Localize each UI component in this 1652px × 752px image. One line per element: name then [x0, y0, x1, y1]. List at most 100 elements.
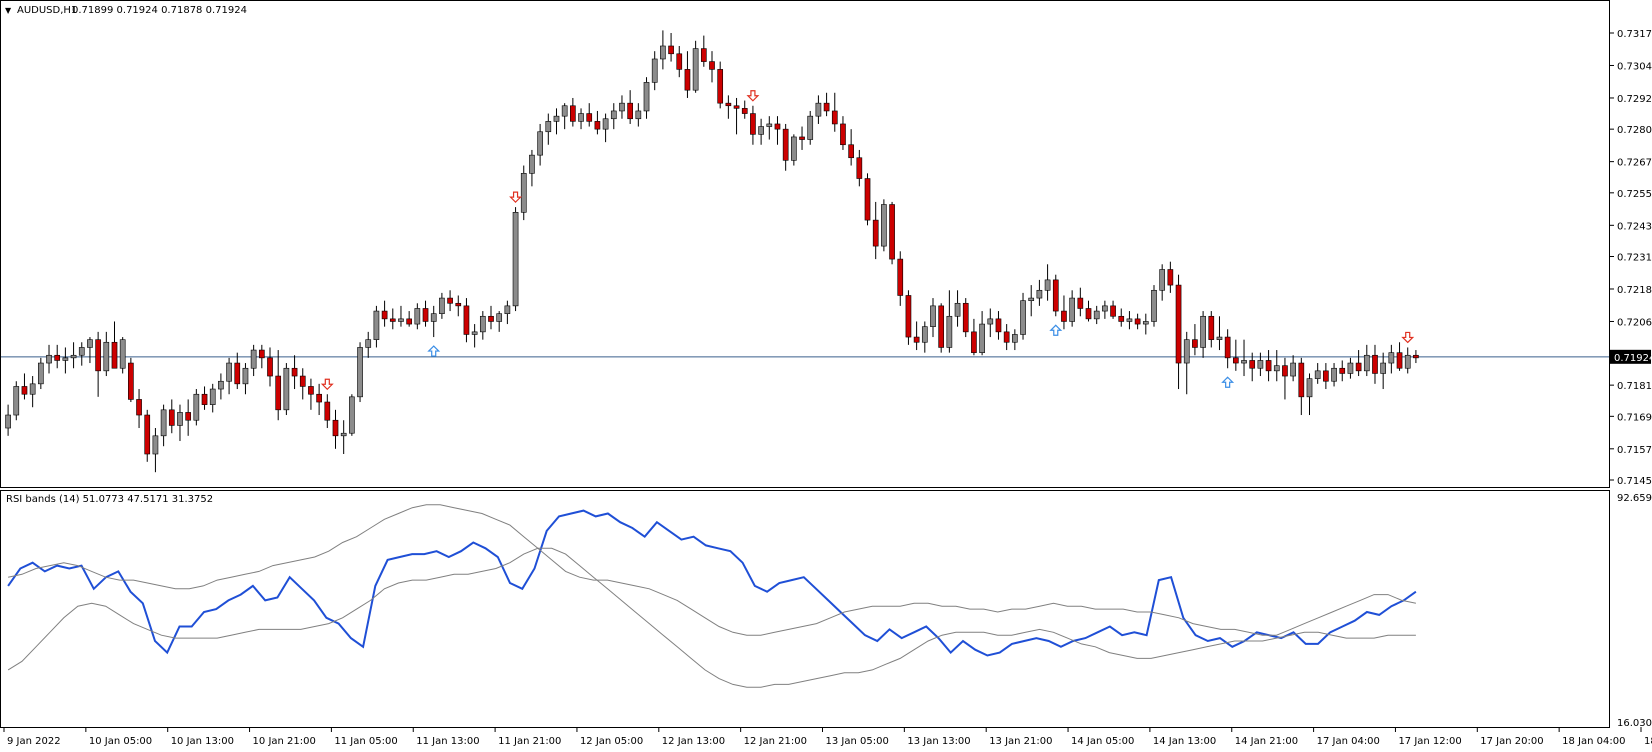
candle-body	[897, 258, 904, 296]
time-axis-label: 13 Jan 05:00	[825, 736, 888, 747]
candle-body	[111, 341, 118, 369]
candle-body	[717, 69, 724, 104]
candle-body	[1347, 362, 1354, 374]
candle-body	[479, 315, 486, 333]
candle-body	[504, 305, 511, 314]
candle-body	[1012, 334, 1018, 343]
price-axis-label: 0.71695	[1617, 412, 1652, 423]
candle-body	[766, 123, 773, 127]
candle-body	[1290, 362, 1296, 377]
price-axis-label: 0.72185	[1617, 285, 1652, 296]
candle-body	[439, 297, 445, 314]
candle-body	[1314, 370, 1321, 379]
candle-body	[815, 102, 822, 117]
candle-body	[840, 123, 846, 146]
candle-body	[218, 380, 224, 390]
candle-body	[1102, 305, 1108, 312]
candle-body	[1077, 297, 1084, 309]
candle-body	[168, 409, 175, 426]
candle-body	[1363, 354, 1370, 372]
candle-body	[1372, 354, 1378, 374]
candle-body	[1224, 336, 1231, 359]
price-axis-label: 0.71815	[1617, 381, 1652, 392]
candle-body	[1241, 360, 1247, 364]
candle-body	[447, 297, 453, 304]
candle-body	[1044, 279, 1051, 291]
candle-body	[553, 115, 560, 122]
candle-body	[1355, 362, 1362, 372]
candle-body	[619, 102, 625, 112]
candle-body	[1192, 339, 1198, 348]
candle-body	[70, 354, 77, 359]
rsi-panel-frame	[0, 490, 1610, 728]
candle-body	[627, 102, 633, 120]
candle-body	[520, 173, 527, 213]
candle-body	[488, 315, 494, 322]
candle-body	[602, 118, 609, 130]
candle-body	[471, 331, 478, 335]
candle-body	[578, 113, 584, 122]
candle-body	[733, 105, 740, 109]
candle-body	[357, 347, 363, 398]
time-axis-label: 9 Jan 2022	[7, 736, 61, 747]
price-axis-label: 0.72060	[1617, 317, 1652, 328]
candle-body	[905, 295, 912, 338]
candle-body	[1003, 331, 1010, 343]
time-axis-label: 12 Jan 13:00	[662, 736, 725, 747]
candle-body	[1233, 357, 1239, 364]
candle-body	[1036, 289, 1043, 299]
candle-body	[1396, 352, 1403, 369]
candle-body	[995, 318, 1002, 333]
candle-body	[349, 396, 355, 434]
chart-canvas: 0.73170 0.73045 0.72920 0.72800 0.72675 0.725…	[0, 0, 1652, 747]
ohlc-label: 0.71899 0.71924 0.71878 0.71924	[72, 5, 247, 16]
candle-body	[750, 113, 756, 135]
candle-body	[864, 178, 871, 221]
candle-body	[758, 126, 764, 135]
candle-body	[406, 318, 412, 325]
dropdown-triangle-icon[interactable]: ▼	[5, 6, 12, 15]
candle-body	[700, 48, 707, 62]
candle-body	[610, 110, 617, 120]
candle-body	[1134, 318, 1141, 325]
candle-body	[872, 219, 879, 247]
time-axis-label: 14 Jan 13:00	[1153, 736, 1216, 747]
candle-body	[209, 388, 216, 405]
price-axis-label: 0.73045	[1617, 61, 1652, 72]
candle-body	[332, 419, 339, 437]
candle-body	[54, 354, 61, 361]
candle-body	[1167, 269, 1174, 286]
candle-body	[692, 48, 699, 91]
candle-body	[1020, 300, 1026, 335]
candle-body	[782, 128, 789, 161]
candle-body	[13, 386, 20, 416]
candle-body	[946, 315, 953, 348]
time-axis-label: 11 Jan 05:00	[334, 736, 397, 747]
candle-body	[1216, 336, 1223, 340]
rsi-axis-label-bottom: 16.0307	[1617, 718, 1652, 729]
candle-body	[185, 412, 191, 421]
candle-body	[791, 136, 797, 161]
time-axis-label: 10 Jan 05:00	[89, 736, 152, 747]
candle-body	[831, 110, 838, 125]
candle-body	[1282, 365, 1288, 377]
candle-body	[676, 53, 683, 70]
candle-body	[1388, 352, 1395, 364]
candle-body	[1028, 297, 1035, 301]
candle-body	[930, 305, 936, 327]
time-axis-label: 17 Jan 04:00	[1317, 736, 1380, 747]
candle-body	[136, 399, 142, 416]
candle-body	[381, 310, 388, 320]
candle-body	[856, 157, 863, 179]
candle-body	[316, 393, 322, 403]
candle-body	[160, 409, 167, 437]
candle-body	[21, 386, 28, 395]
candle-body	[1183, 339, 1190, 364]
time-axis-label: 18 Jan 12:00	[1644, 736, 1652, 747]
candle-body	[414, 308, 421, 325]
candle-body	[651, 58, 658, 83]
price-axis-label: 0.72555	[1617, 189, 1652, 200]
candle-body	[1061, 310, 1067, 322]
candle-body	[1126, 318, 1133, 322]
candle-body	[529, 154, 535, 174]
